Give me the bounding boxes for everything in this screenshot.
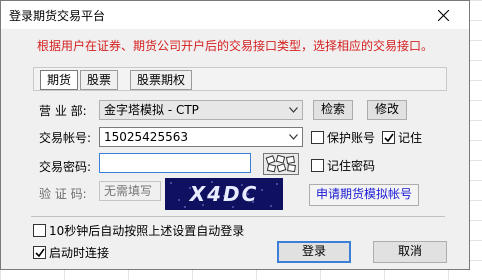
divider	[31, 216, 445, 217]
auto-login-label: 10秒钟后自动按照上述设置自动登录	[49, 224, 245, 238]
close-button[interactable]	[431, 3, 455, 27]
account-label: 交易帐号:	[39, 131, 92, 145]
captcha-image[interactable]: X4DC	[165, 178, 283, 210]
password-input[interactable]	[99, 153, 251, 173]
connect-on-start-checkbox[interactable]: 启动时连接	[33, 244, 109, 261]
checkbox-box	[382, 131, 395, 144]
remember-password-checkbox[interactable]: 记住密码	[311, 157, 375, 174]
login-button[interactable]: 登录	[277, 241, 351, 263]
keypad-graphic	[264, 154, 298, 174]
auto-login-checkbox[interactable]: 10秒钟后自动按照上述设置自动登录	[33, 222, 244, 239]
checkbox-box	[311, 159, 324, 172]
captcha-input[interactable]	[99, 181, 161, 201]
login-dialog: 登录期货交易平台 根据用户在证券、期货公司开户后的交易接口类型，选择相应的交易接…	[0, 0, 470, 270]
interface-notice: 根据用户在证券、期货公司开户后的交易接口类型，选择相应的交易接口。	[36, 39, 433, 53]
account-value: 15025425563	[104, 130, 188, 144]
keypad-icon[interactable]	[263, 153, 299, 175]
apply-simulation-account-button[interactable]: 申请期货模拟帐号	[309, 184, 419, 206]
checkbox-box	[311, 131, 324, 144]
close-icon	[437, 9, 449, 21]
checkbox-box	[33, 246, 46, 259]
remember-account-label: 记住	[398, 131, 423, 145]
tab-stock-options[interactable]: 股票期权	[130, 70, 193, 90]
tab-stocks[interactable]: 股票	[80, 70, 119, 90]
captcha-label: 验 证 码:	[39, 187, 87, 201]
business-dept-label: 营 业 部:	[39, 104, 87, 118]
window-title: 登录期货交易平台	[9, 9, 106, 23]
protect-account-checkbox[interactable]: 保护账号	[311, 129, 375, 146]
checkmark-icon	[383, 133, 394, 142]
cancel-button[interactable]: 取消	[373, 241, 447, 263]
account-select[interactable]: 15025425563	[99, 127, 303, 147]
modify-button[interactable]: 修改	[367, 100, 407, 120]
business-dept-select[interactable]: 金字塔模拟 - CTP	[99, 100, 303, 120]
connect-on-start-label: 启动时连接	[49, 246, 110, 260]
protect-account-label: 保护账号	[327, 131, 376, 145]
chevron-down-icon	[289, 107, 298, 113]
captcha-text: X4DC	[189, 182, 259, 206]
remember-account-checkbox[interactable]: 记住	[382, 129, 422, 146]
tab-bar: 期货 股票 股票期权	[33, 67, 447, 91]
title-bar: 登录期货交易平台	[1, 1, 469, 29]
checkbox-box	[33, 224, 46, 237]
password-label: 交易密码:	[39, 160, 92, 174]
chevron-down-icon	[289, 134, 298, 140]
checkmark-icon	[34, 248, 45, 257]
search-button[interactable]: 检索	[313, 100, 353, 120]
tab-futures[interactable]: 期货	[40, 70, 79, 90]
remember-password-label: 记住密码	[327, 159, 376, 173]
business-dept-value: 金字塔模拟 - CTP	[104, 103, 199, 117]
